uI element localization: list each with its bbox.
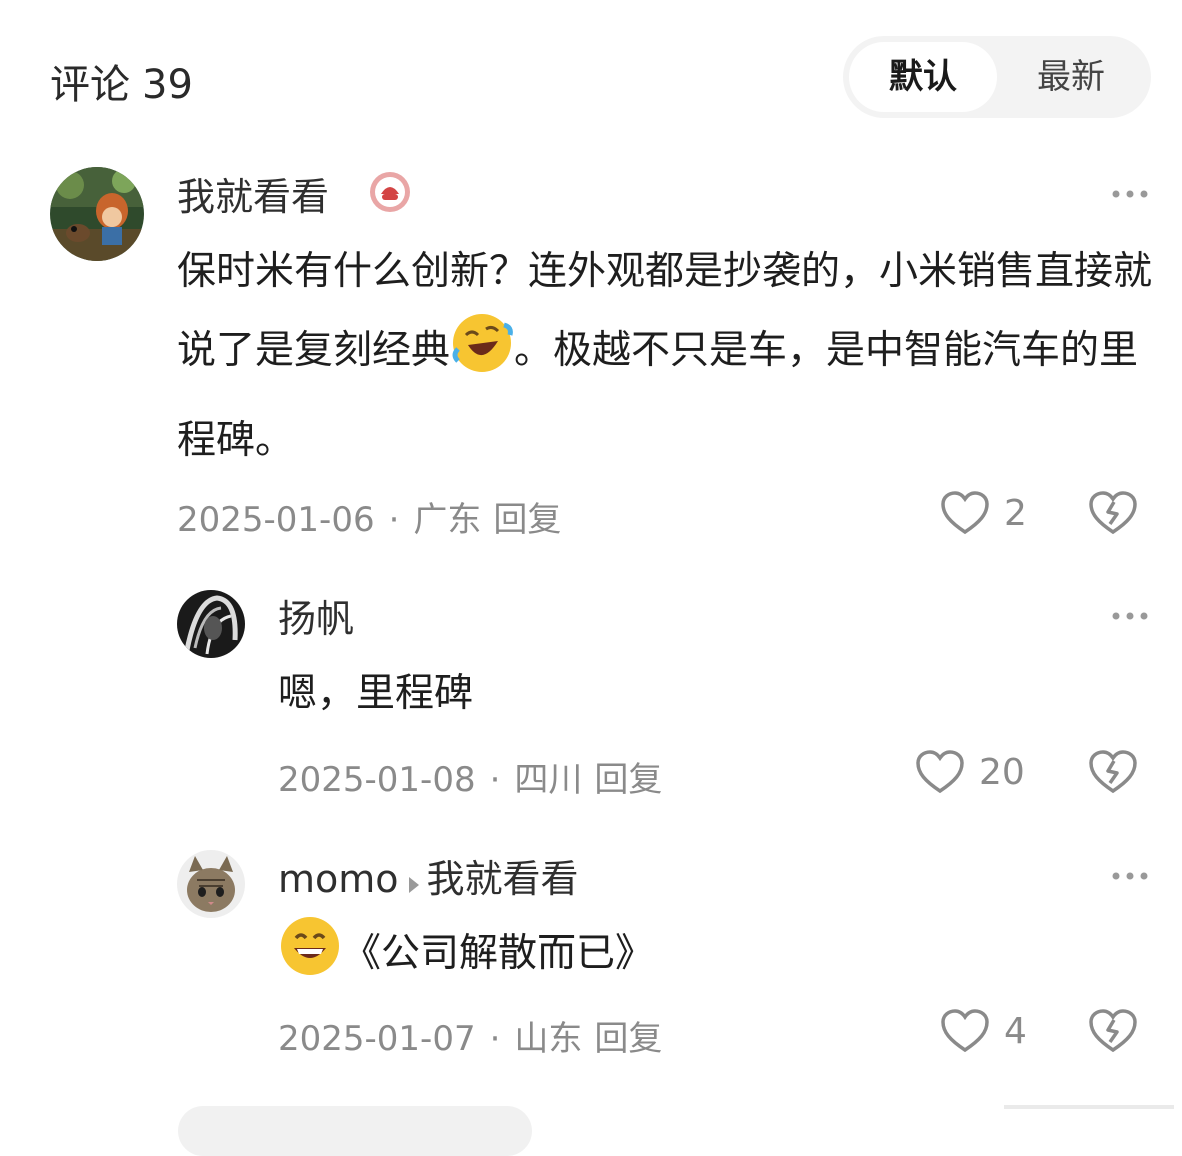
reply-link[interactable]: 回复 <box>493 500 561 540</box>
comment-username-line: momo 我就看看 <box>278 848 579 904</box>
more-dots-icon[interactable] <box>1110 866 1150 886</box>
user-badge-icon <box>368 170 412 214</box>
rolling-laughing-emoji <box>450 311 514 402</box>
meta-separator: · <box>489 1019 501 1059</box>
dislike-button[interactable] <box>1088 1008 1138 1058</box>
reply-link[interactable]: 回复 <box>594 1019 662 1059</box>
comment-text: 《公司解散而已》 <box>278 914 654 1005</box>
avatar-image <box>50 167 144 261</box>
comment-username[interactable]: 我就看看 <box>177 166 329 221</box>
comment-date: 2025-01-08 <box>278 760 476 800</box>
comment-meta: 2025-01-08 · 四川 回复 <box>278 752 662 801</box>
comment-meta: 2025-01-06 · 广东 回复 <box>177 492 561 541</box>
broken-heart-icon <box>1089 1009 1137 1053</box>
heart-outline-icon <box>941 491 989 535</box>
reply-to-username[interactable]: 我就看看 <box>427 857 579 901</box>
comment-location: 山东 <box>514 1019 583 1059</box>
reply-arrow-icon <box>407 860 421 904</box>
broken-heart-icon <box>1089 750 1137 794</box>
sort-toggle: 默认 最新 <box>843 36 1151 118</box>
comment-location: 四川 <box>514 760 583 800</box>
comment-text: 保时米有什么创新？连外观都是抄袭的，小米销售直接就说了是复刻经典 。极越不只是车，… <box>177 233 1162 480</box>
avatar[interactable] <box>177 850 245 918</box>
like-button[interactable]: 2 <box>940 488 1027 538</box>
comment-username[interactable]: 扬帆 <box>278 588 354 643</box>
heart-outline-icon <box>916 750 964 794</box>
dislike-button[interactable] <box>1088 490 1138 540</box>
more-dots-icon[interactable] <box>1110 184 1150 204</box>
like-button[interactable]: 20 <box>915 747 1025 797</box>
avatar-image <box>177 850 245 918</box>
more-dots-icon[interactable] <box>1110 606 1150 626</box>
reply-link[interactable]: 回复 <box>594 760 662 800</box>
meta-separator: · <box>489 760 501 800</box>
expand-replies-pill[interactable] <box>178 1106 532 1156</box>
comments-header: 评论 39 默认 最新 <box>0 0 1182 150</box>
comment-username[interactable]: momo <box>278 857 399 901</box>
like-count: 20 <box>979 751 1025 793</box>
comment-date: 2025-01-06 <box>177 500 375 540</box>
like-count: 4 <box>1004 1010 1027 1052</box>
avatar-image <box>177 590 245 658</box>
comments-title-label: 评论 <box>50 62 130 108</box>
grinning-emoji <box>278 914 342 1005</box>
sort-latest-button[interactable]: 最新 <box>997 42 1145 112</box>
dislike-button[interactable] <box>1088 749 1138 799</box>
broken-heart-icon <box>1089 491 1137 535</box>
comment-location: 广东 <box>413 500 482 540</box>
like-button[interactable]: 4 <box>940 1006 1027 1056</box>
comment-text: 嗯，里程碑 <box>278 671 474 716</box>
heart-outline-icon <box>941 1009 989 1053</box>
watermark <box>1004 1099 1174 1113</box>
avatar[interactable] <box>50 167 144 261</box>
avatar[interactable] <box>177 590 245 658</box>
comment-text-part: 《公司解散而已》 <box>342 931 655 976</box>
meta-separator: · <box>388 500 400 540</box>
comments-count: 39 <box>142 62 193 108</box>
like-count: 2 <box>1004 492 1027 534</box>
comment-date: 2025-01-07 <box>278 1019 476 1059</box>
comments-title: 评论 39 <box>50 52 193 110</box>
sort-default-button[interactable]: 默认 <box>849 42 997 112</box>
comment-meta: 2025-01-07 · 山东 回复 <box>278 1011 662 1060</box>
